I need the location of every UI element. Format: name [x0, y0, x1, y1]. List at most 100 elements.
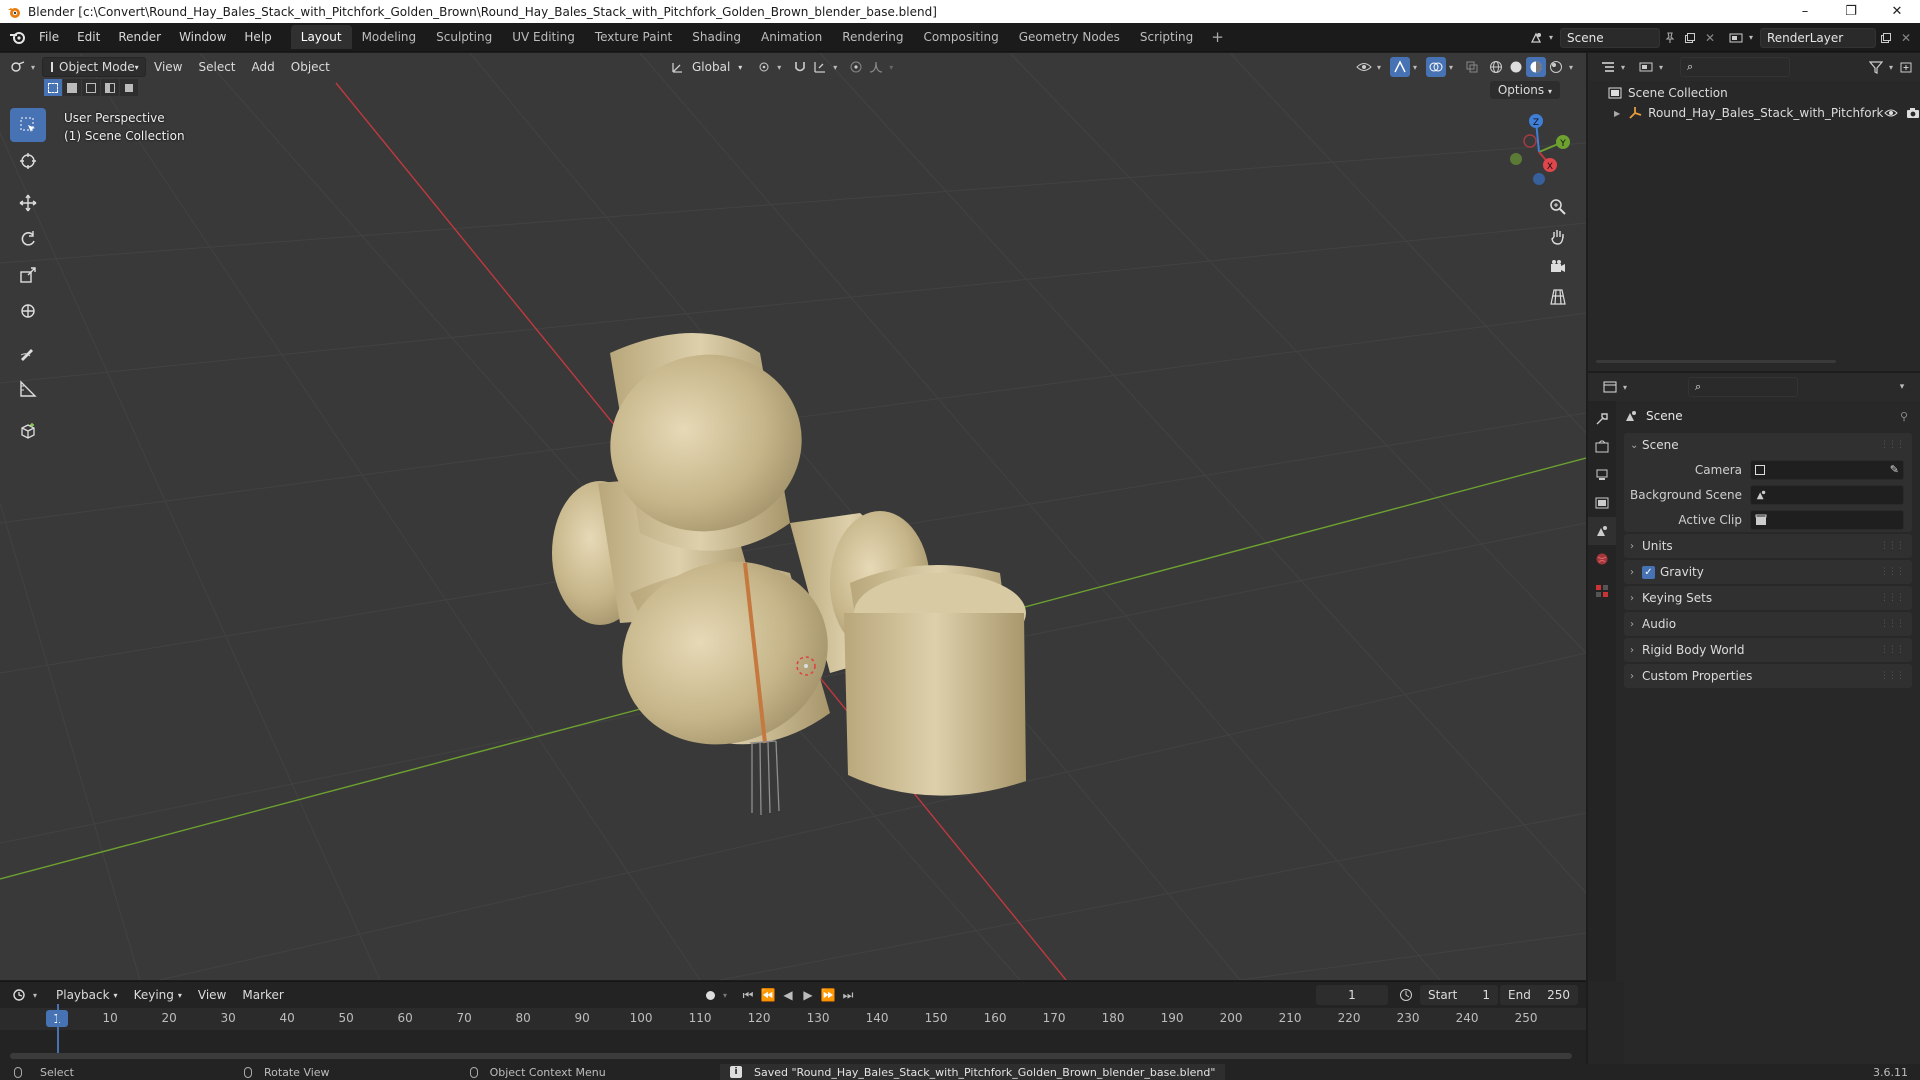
- select-intersect-icon[interactable]: [120, 79, 138, 96]
- select-box-tool-icon[interactable]: [10, 108, 46, 142]
- zoom-icon[interactable]: [1544, 193, 1572, 221]
- next-keyframe-icon[interactable]: ⏩: [818, 985, 838, 1005]
- start-frame-field[interactable]: Start 1: [1420, 985, 1498, 1005]
- close-button[interactable]: ✕: [1874, 0, 1920, 23]
- menu-file[interactable]: File: [30, 30, 68, 44]
- units-panel[interactable]: › Units ⋮⋮⋮: [1624, 534, 1912, 558]
- drag-grip-icon[interactable]: ⋮⋮⋮: [1880, 593, 1905, 603]
- menu-window[interactable]: Window: [170, 30, 235, 44]
- cursor-tool-icon[interactable]: [10, 144, 46, 178]
- properties-search-input[interactable]: ⌕: [1688, 377, 1798, 397]
- pin-icon[interactable]: [1660, 28, 1680, 48]
- new-collection-icon[interactable]: [1896, 57, 1916, 77]
- gravity-panel-header[interactable]: › ✓ Gravity ⋮⋮⋮: [1624, 560, 1912, 584]
- play-icon[interactable]: ▶: [798, 985, 818, 1005]
- prev-keyframe-icon[interactable]: ⏪: [758, 985, 778, 1005]
- drag-grip-icon[interactable]: ⋮⋮⋮: [1880, 645, 1905, 655]
- chevron-down-icon[interactable]: ▾: [1656, 57, 1666, 77]
- viewport-menu-object[interactable]: Object: [283, 57, 338, 77]
- chevron-down-icon[interactable]: ▾: [774, 57, 784, 77]
- tab-geometry-nodes[interactable]: Geometry Nodes: [1009, 25, 1130, 49]
- chevron-down-icon[interactable]: ▾: [1618, 57, 1628, 77]
- jump-start-icon[interactable]: ⏮: [738, 985, 758, 1005]
- select-new-icon[interactable]: [44, 79, 62, 96]
- tab-shading[interactable]: Shading: [682, 25, 751, 49]
- tab-animation[interactable]: Animation: [751, 25, 832, 49]
- audio-panel[interactable]: › Audio ⋮⋮⋮: [1624, 612, 1912, 636]
- view-layer-properties-tab-icon[interactable]: [1588, 489, 1616, 517]
- pivot-point-icon[interactable]: [754, 57, 774, 77]
- tab-uv-editing[interactable]: UV Editing: [502, 25, 585, 49]
- drag-grip-icon[interactable]: ⋮⋮⋮: [1880, 541, 1905, 551]
- proportional-edit-icon[interactable]: [846, 57, 866, 77]
- outliner-search-input[interactable]: ⌕: [1680, 57, 1790, 77]
- chevron-down-icon[interactable]: ▾: [1374, 57, 1384, 77]
- chevron-down-icon[interactable]: ▾: [830, 57, 840, 77]
- move-tool-icon[interactable]: [10, 186, 46, 220]
- gizmo-toggle-icon[interactable]: [1390, 57, 1410, 77]
- minimize-button[interactable]: –: [1782, 0, 1828, 23]
- drag-grip-icon[interactable]: ⋮⋮⋮: [1880, 671, 1905, 681]
- wireframe-shading-icon[interactable]: [1486, 57, 1506, 77]
- object-mode-dropdown[interactable]: Object Mode ▾: [42, 57, 146, 77]
- select-invert-icon[interactable]: [101, 79, 119, 96]
- chevron-down-icon[interactable]: ▾: [720, 985, 730, 1005]
- viewport-menu-add[interactable]: Add: [244, 57, 283, 77]
- display-mode-icon[interactable]: [1636, 57, 1656, 77]
- tab-modeling[interactable]: Modeling: [352, 25, 427, 49]
- record-icon[interactable]: [700, 985, 720, 1005]
- chevron-down-icon[interactable]: ▾: [1886, 57, 1896, 77]
- outliner-scene-collection[interactable]: Scene Collection: [1588, 83, 1920, 103]
- 3d-viewport[interactable]: ▾ Object Mode ▾ View Select Add Object G…: [0, 53, 1586, 980]
- rigid-body-world-panel[interactable]: › Rigid Body World ⋮⋮⋮: [1624, 638, 1912, 662]
- drag-grip-icon[interactable]: ⋮⋮⋮: [1880, 440, 1905, 450]
- rendered-shading-icon[interactable]: [1546, 57, 1566, 77]
- select-extend-icon[interactable]: [63, 79, 81, 96]
- chevron-down-icon[interactable]: ▾: [1546, 28, 1556, 48]
- keying-menu[interactable]: Keying ▾: [126, 985, 190, 1005]
- delete-layer-icon[interactable]: ✕: [1896, 28, 1916, 48]
- navigation-gizmo[interactable]: Y Z X: [1494, 107, 1584, 197]
- xray-icon[interactable]: [1462, 57, 1482, 77]
- end-frame-field[interactable]: End 250: [1500, 985, 1578, 1005]
- tab-sculpting[interactable]: Sculpting: [426, 25, 502, 49]
- timeline-view-menu[interactable]: View: [190, 985, 234, 1005]
- marker-menu[interactable]: Marker: [234, 985, 291, 1005]
- snap-target-icon[interactable]: [810, 57, 830, 77]
- render-properties-tab-icon[interactable]: [1588, 433, 1616, 461]
- tab-texture-paint[interactable]: Texture Paint: [585, 25, 682, 49]
- outliner-scrollbar[interactable]: [1596, 360, 1836, 363]
- timeline-editor-icon[interactable]: [10, 985, 30, 1005]
- pan-hand-icon[interactable]: [1544, 223, 1572, 251]
- world-properties-tab-icon[interactable]: [1588, 545, 1616, 573]
- drag-grip-icon[interactable]: ⋮⋮⋮: [1880, 567, 1905, 577]
- eyedropper-icon[interactable]: ✎: [1890, 463, 1899, 476]
- add-cube-tool-icon[interactable]: [10, 414, 46, 448]
- outliner-editor-icon[interactable]: [1598, 57, 1618, 77]
- custom-properties-panel[interactable]: › Custom Properties ⋮⋮⋮: [1624, 664, 1912, 688]
- maximize-button[interactable]: ❐: [1828, 0, 1874, 23]
- overlays-icon[interactable]: [1426, 57, 1446, 77]
- annotate-tool-icon[interactable]: [10, 336, 46, 370]
- expand-arrow-icon[interactable]: ▶: [1614, 109, 1620, 118]
- perspective-toggle-icon[interactable]: [1544, 283, 1572, 311]
- menu-render[interactable]: Render: [109, 30, 170, 44]
- chevron-down-icon[interactable]: ▾: [1446, 57, 1456, 77]
- editor-type-icon[interactable]: [8, 57, 28, 77]
- chevron-down-icon[interactable]: ▾: [886, 57, 896, 77]
- camera-field[interactable]: ✎: [1750, 459, 1904, 480]
- drag-grip-icon[interactable]: ⋮⋮⋮: [1880, 619, 1905, 629]
- blender-menu-icon[interactable]: [4, 26, 30, 48]
- timeline-ruler[interactable]: 1 10203040506070809010011012013014015016…: [0, 1008, 1586, 1030]
- snap-icon[interactable]: [790, 57, 810, 77]
- current-frame-field[interactable]: 1: [1316, 985, 1388, 1005]
- chevron-down-icon[interactable]: ▾: [1620, 377, 1630, 397]
- keying-sets-panel-header[interactable]: › Keying Sets ⋮⋮⋮: [1624, 586, 1912, 610]
- pin-icon[interactable]: ⚲: [1900, 410, 1908, 423]
- scene-icon[interactable]: [1526, 28, 1546, 48]
- chevron-down-icon[interactable]: ▾: [1410, 57, 1420, 77]
- scale-tool-icon[interactable]: [10, 258, 46, 292]
- scene-panel-header[interactable]: ⌄ Scene ⋮⋮⋮: [1624, 433, 1912, 457]
- delete-scene-icon[interactable]: ✕: [1700, 28, 1720, 48]
- solid-shading-icon[interactable]: [1506, 57, 1526, 77]
